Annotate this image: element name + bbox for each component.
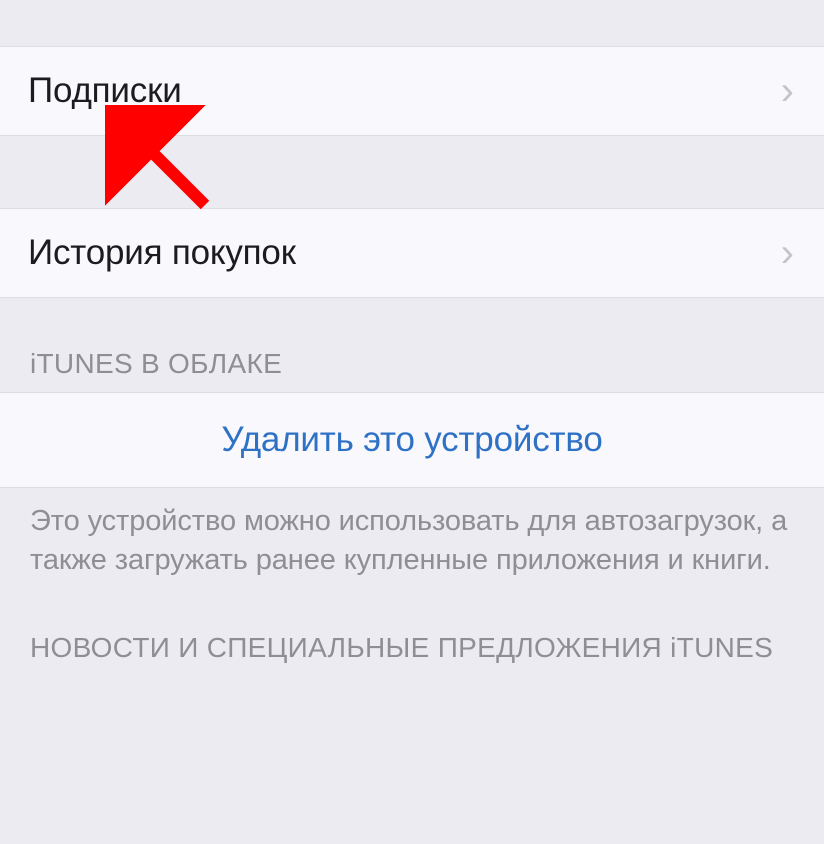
itunes-cloud-footer: Это устройство можно использовать для ав…	[0, 488, 824, 580]
news-offers-header: НОВОСТИ И СПЕЦИАЛЬНЫЕ ПРЕДЛОЖЕНИЯ iTUNES	[0, 580, 824, 665]
chevron-right-icon: ›	[781, 233, 794, 273]
purchase-history-label: История покупок	[28, 233, 296, 273]
remove-device-row[interactable]: Удалить это устройство	[0, 392, 824, 488]
spacer-1	[0, 136, 824, 208]
remove-device-label: Удалить это устройство	[221, 420, 602, 460]
purchase-history-row[interactable]: История покупок ›	[0, 208, 824, 298]
top-spacer	[0, 0, 824, 46]
itunes-cloud-header: iTUNES В ОБЛАКЕ	[0, 298, 824, 392]
chevron-right-icon: ›	[781, 71, 794, 111]
subscriptions-label: Подписки	[28, 71, 182, 111]
settings-screen: Подписки › История покупок › iTUNES В ОБ…	[0, 0, 824, 844]
subscriptions-row[interactable]: Подписки ›	[0, 46, 824, 136]
